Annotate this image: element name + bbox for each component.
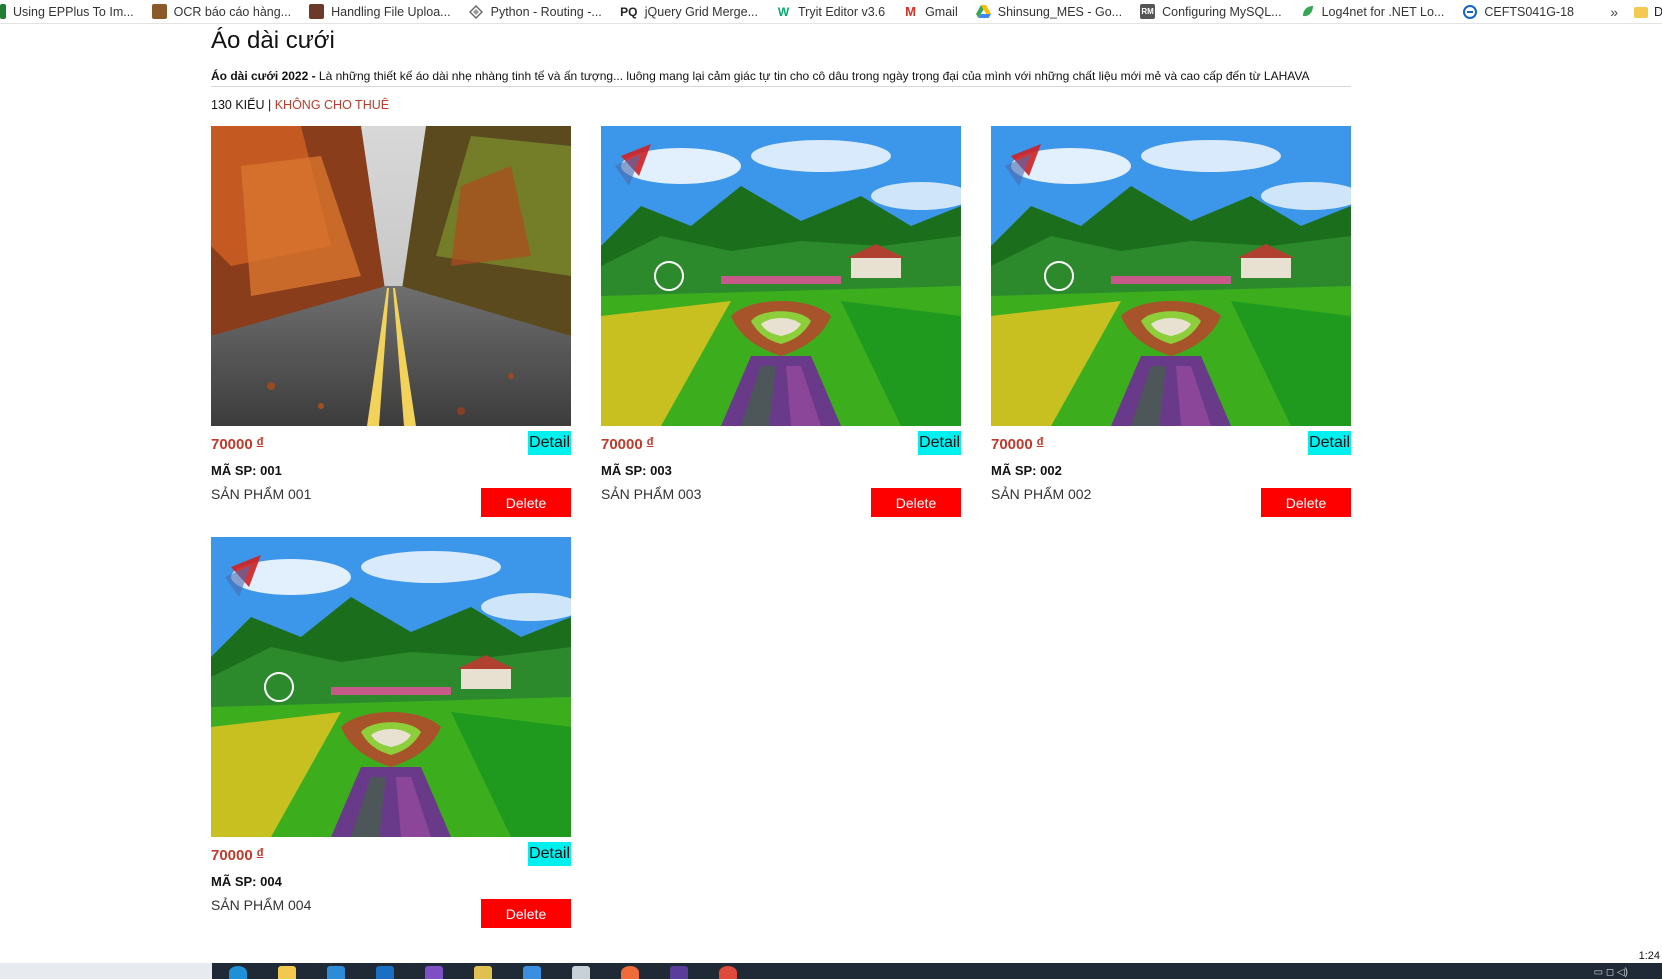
product-image[interactable] — [991, 126, 1351, 426]
divider — [211, 86, 1351, 87]
folder-icon — [1634, 6, 1648, 18]
windows-taskbar: ▭ ◻ ◁) — [0, 963, 1662, 979]
taskbar-search-area[interactable] — [0, 963, 212, 979]
category-description: Áo dài cưới 2022 - Là những thiết kế áo … — [211, 68, 1351, 84]
w3schools-icon: W — [777, 4, 790, 19]
product-code: MÃ SP: 004 — [211, 874, 282, 889]
chrome-icon[interactable] — [719, 966, 737, 979]
delete-button[interactable]: Delete — [481, 488, 571, 517]
detail-button[interactable]: Detail — [1308, 431, 1351, 455]
currency-symbol: đ — [256, 436, 264, 448]
bookmarks-overflow-chevron-icon[interactable]: » — [1610, 0, 1618, 24]
bookmark-ocr[interactable]: OCR báo cáo hàng... — [144, 0, 301, 23]
system-tray-icons[interactable]: ▭ ◻ ◁) — [1594, 967, 1628, 978]
store-icon[interactable] — [327, 966, 345, 979]
currency-symbol: đ — [1036, 436, 1044, 448]
product-name: SẢN PHẨM 003 — [601, 486, 702, 502]
ocr-icon — [151, 4, 167, 19]
python-diamond-icon — [469, 4, 484, 19]
bookmark-configuring-mysql[interactable]: RM Configuring MySQL... — [1132, 0, 1292, 23]
description-heading: Áo dài cưới 2022 - — [211, 69, 316, 83]
product-price: 70000 đ — [991, 436, 1043, 453]
edge-icon[interactable] — [229, 966, 247, 979]
notepad-icon[interactable] — [474, 966, 492, 979]
category-stats: 130 KIỂU | KHÔNG CHO THUÊ — [211, 98, 389, 112]
price-value: 70000 — [991, 436, 1033, 453]
vs-purple-icon[interactable] — [670, 966, 688, 979]
product-code: MÃ SP: 001 — [211, 463, 282, 478]
price-value: 70000 — [211, 436, 253, 453]
product-price: 70000 đ — [211, 436, 263, 453]
epplus-icon — [0, 4, 6, 19]
product-image[interactable] — [211, 126, 571, 426]
detail-button[interactable]: Detail — [528, 842, 571, 866]
snipping-tool-icon[interactable] — [572, 966, 590, 979]
google-drive-icon — [975, 4, 991, 19]
file-explorer-icon[interactable] — [278, 966, 296, 979]
product-code: MÃ SP: 003 — [601, 463, 672, 478]
page-title: Áo dài cưới — [211, 27, 335, 54]
bookmark-python-routing[interactable]: Python - Routing -... — [461, 0, 612, 23]
bookmark-cefts[interactable]: CEFTS041G-18 — [1454, 0, 1584, 23]
product-name: SẢN PHẨM 004 — [211, 897, 312, 913]
bookmark-jquery-grid[interactable]: PQ jQuery Grid Merge... — [612, 0, 768, 23]
file-upload-icon — [309, 4, 325, 19]
price-value: 70000 — [211, 847, 253, 864]
bookmark-gmail[interactable]: M Gmail — [895, 0, 968, 23]
product-name: SẢN PHẨM 002 — [991, 486, 1092, 502]
visual-studio-icon[interactable] — [425, 966, 443, 979]
bookmark-folder[interactable]: Da — [1628, 0, 1662, 24]
postman-icon[interactable] — [621, 966, 639, 979]
product-name: SẢN PHẨM 001 — [211, 486, 312, 502]
bookmark-tryit-editor[interactable]: W Tryit Editor v3.6 — [768, 0, 895, 23]
rm-icon: RM — [1140, 4, 1156, 19]
detail-button[interactable]: Detail — [528, 431, 571, 455]
outlook-icon[interactable] — [523, 966, 541, 979]
detail-button[interactable]: Detail — [918, 431, 961, 455]
log4net-icon — [1300, 4, 1315, 19]
style-count: 130 KIỂU — [211, 98, 265, 112]
price-value: 70000 — [601, 436, 643, 453]
cefts-icon — [1462, 4, 1477, 19]
product-code: MÃ SP: 002 — [991, 463, 1062, 478]
clock[interactable]: 1:24 — [1639, 950, 1660, 962]
bookmark-log4net[interactable]: Log4net for .NET Lo... — [1292, 0, 1455, 23]
currency-symbol: đ — [646, 436, 654, 448]
product-image[interactable] — [601, 126, 961, 426]
delete-button[interactable]: Delete — [481, 899, 571, 928]
delete-button[interactable]: Delete — [871, 488, 961, 517]
delete-button[interactable]: Delete — [1261, 488, 1351, 517]
mail-icon[interactable] — [376, 966, 394, 979]
stats-separator: | — [264, 98, 275, 112]
product-price: 70000 đ — [601, 436, 653, 453]
bookmark-file-upload[interactable]: Handling File Uploa... — [301, 0, 461, 23]
product-price: 70000 đ — [211, 847, 263, 864]
category-page: Áo dài cưới Áo dài cưới 2022 - Là những … — [211, 24, 1351, 928]
gmail-icon: M — [905, 4, 916, 19]
bookmark-epplus[interactable]: Using EPPlus To Im... — [0, 0, 144, 23]
bookmarks-bar: Using EPPlus To Im... OCR báo cáo hàng..… — [0, 0, 1662, 24]
pq-icon: PQ — [620, 4, 638, 19]
bookmark-shinsung-mes[interactable]: Shinsung_MES - Go... — [968, 0, 1132, 23]
description-text: Là những thiết kế áo dài nhẹ nhàng tinh … — [315, 69, 1310, 83]
rental-status: KHÔNG CHO THUÊ — [274, 98, 390, 112]
product-image[interactable] — [211, 537, 571, 837]
currency-symbol: đ — [256, 847, 264, 859]
